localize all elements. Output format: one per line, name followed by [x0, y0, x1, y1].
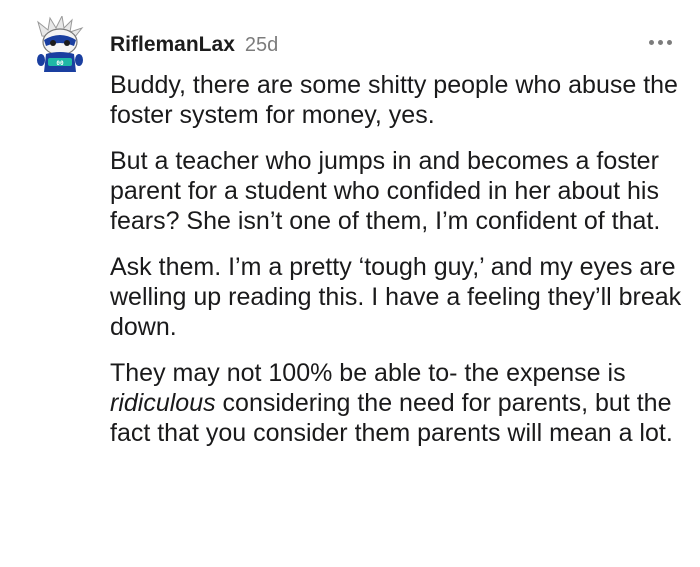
- comment-paragraph: Ask them. I’m a pretty ‘tough guy,’ and …: [110, 253, 682, 341]
- paragraph-text: They may not 100% be able to- the expens…: [110, 359, 626, 387]
- avatar[interactable]: 00: [34, 14, 86, 74]
- comment-paragraph: Buddy, there are some shitty people who …: [110, 71, 678, 129]
- comment: 00 RiflemanLax 25d Buddy, there are some…: [0, 0, 700, 567]
- snoo-avatar-icon: 00: [37, 14, 84, 72]
- comment-body: Buddy, there are some shitty people who …: [110, 70, 685, 464]
- comment-paragraph: But a teacher who jumps in and becomes a…: [110, 147, 661, 235]
- emphasized-text: ridiculous: [110, 389, 216, 417]
- username[interactable]: RiflemanLax: [110, 33, 235, 57]
- more-options-icon: [648, 39, 672, 45]
- more-options-button[interactable]: [642, 30, 678, 54]
- timestamp[interactable]: 25d: [245, 34, 278, 57]
- comment-header: RiflemanLax 25d: [110, 33, 278, 57]
- comment-paragraph: They may not 100% be able to- the expens…: [110, 358, 685, 448]
- svg-text:00: 00: [56, 60, 64, 67]
